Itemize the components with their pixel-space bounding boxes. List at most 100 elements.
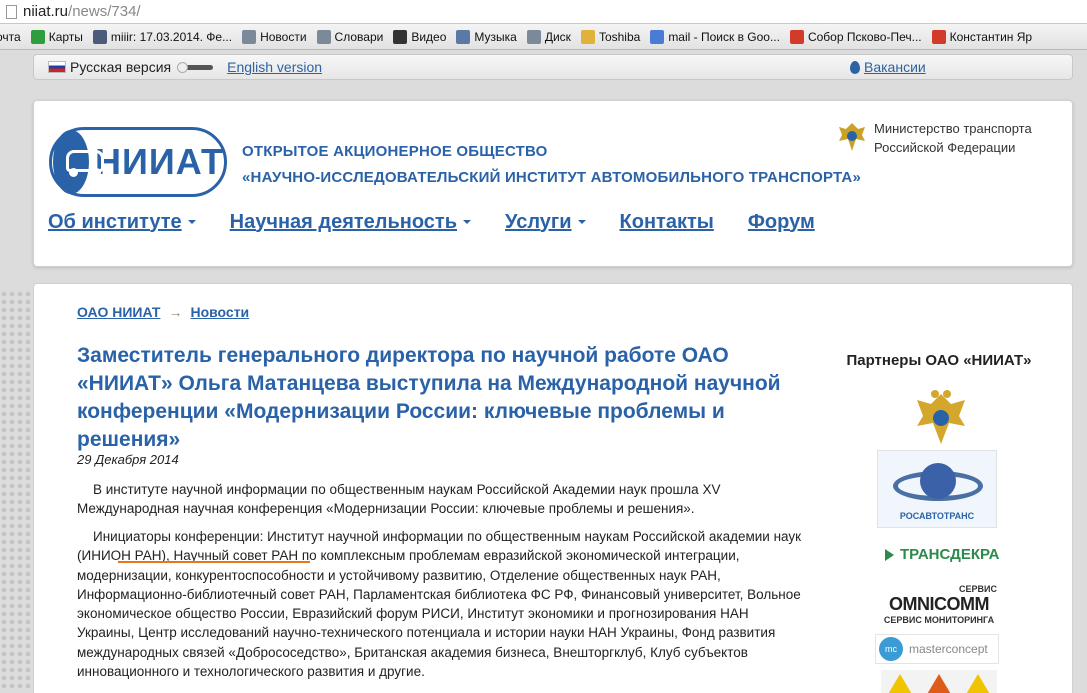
url-path: /news/734/ (68, 3, 141, 20)
address-bar[interactable]: niiat.ru/news/734/ (0, 0, 1087, 24)
bookmark-item[interactable]: Константин Яр (931, 29, 1032, 44)
nav-item-label: Форум (747, 210, 815, 233)
bookmark-item[interactable]: Диск (526, 29, 571, 44)
bookmark-label: Диск (544, 29, 571, 44)
language-toggle[interactable] (177, 62, 219, 73)
article-title: Заместитель генерального директора по на… (77, 344, 781, 451)
bookmark-item[interactable]: очта (0, 30, 21, 44)
bookmark-item[interactable]: Музыка (456, 29, 517, 44)
text-selection-underline (118, 561, 310, 563)
maps-icon (30, 29, 45, 44)
hazard-partner-logo[interactable] (881, 670, 997, 693)
omnicomm-name: OMNICOMM (889, 594, 989, 614)
doc-icon (526, 29, 541, 44)
nav-item[interactable]: Услуги (505, 211, 586, 234)
org-type: ОТКРЫТОЕ АКЦИОНЕРНОЕ ОБЩЕСТВО (242, 143, 548, 160)
caret-down-icon (577, 220, 586, 224)
partners-title: Партнеры ОАО «НИИАТ» (846, 352, 1032, 369)
hazard-icon (925, 674, 952, 693)
transdekra-logo[interactable]: ТРАНСДЕКРА (885, 546, 1000, 563)
masterconcept-mark-icon: mc (879, 637, 903, 661)
hazard-icon (887, 674, 914, 693)
play-icon (393, 29, 408, 44)
article-date: 29 Декабря 2014 (77, 452, 179, 467)
decorative-dots (0, 290, 30, 690)
caret-down-icon (187, 220, 196, 224)
caret-down-icon (463, 220, 472, 224)
user-icon (92, 29, 107, 44)
language-bar: Русская версия English version Вакансии (33, 54, 1073, 80)
russian-version-label[interactable]: Русская версия (70, 59, 171, 75)
bookmark-label: Собор Псково-Печ... (807, 29, 922, 44)
bookmark-item[interactable]: Новости (242, 29, 307, 44)
nav-item[interactable]: Форум (748, 211, 815, 234)
bookmark-label: mail - Поиск в Goo... (668, 29, 780, 44)
hazard-icon (964, 674, 991, 693)
masterconcept-label: masterconcept (909, 642, 988, 656)
vacancies-link[interactable]: Вакансии (850, 59, 926, 75)
page-icon (6, 4, 17, 19)
speaker-icon (456, 29, 471, 44)
ministry-link[interactable]: Министерство транспорта Российской Федер… (836, 119, 1032, 157)
nav-item-label: Научная деятельность (229, 210, 458, 233)
url-host: niiat.ru (23, 3, 69, 20)
site-header: НИИАТ ОТКРЫТОЕ АКЦИОНЕРНОЕ ОБЩЕСТВО «НАУ… (33, 100, 1073, 267)
breadcrumb-news-link[interactable]: Новости (190, 304, 249, 320)
article-paragraph-2: Инициаторы конференции: Институт научной… (77, 529, 802, 680)
bookmarks-bar: очта Карты miiir: 17.03.2014. Фе... Новости… (0, 24, 1087, 50)
omnicomm-logo[interactable]: СЕРВИС OMNICOMM СЕРВИС МОНИТОРИНГА (881, 584, 997, 626)
arrow-icon (885, 548, 894, 561)
nav-item[interactable]: Контакты (620, 211, 714, 234)
transdekra-label: ТРАНСДЕКРА (900, 546, 1000, 563)
coat-of-arms-icon (917, 390, 965, 444)
yandex-icon (931, 29, 946, 44)
doc-icon (242, 29, 257, 44)
org-name: «НАУЧНО-ИССЛЕДОВАТЕЛЬСКИЙ ИНСТИТУТ АВТОМ… (242, 169, 862, 186)
bookmark-item[interactable]: Словари (316, 29, 384, 44)
english-version-link[interactable]: English version (227, 59, 322, 75)
bookmark-label: Toshiba (598, 29, 641, 44)
doc-icon (316, 29, 331, 44)
ministry-partner-logo[interactable] (913, 388, 969, 450)
bookmark-label: Видео (411, 29, 447, 44)
nav-item-label: Об институте (48, 210, 182, 233)
breadcrumb-arrow-icon: → (168, 304, 183, 320)
bookmark-item[interactable]: miiir: 17.03.2014. Фе... (92, 29, 233, 44)
nav-item-label: Контакты (619, 210, 714, 233)
yandex-icon (789, 29, 804, 44)
rosavtotrans-logo[interactable]: РОСАВТОТРАНС (877, 450, 997, 528)
article-paragraph-1: В институте научной информации по общест… (77, 482, 721, 517)
nav-item[interactable]: Об институте (48, 211, 196, 234)
car-emblem-icon (53, 130, 104, 194)
omnicomm-top: СЕРВИС (959, 584, 997, 594)
folder-icon (580, 29, 595, 44)
breadcrumb-home-link[interactable]: ОАО НИИАТ (77, 304, 160, 320)
bookmark-label: очта (0, 29, 21, 44)
nav-item-label: Услуги (505, 210, 572, 233)
coat-of-arms-icon (836, 119, 868, 155)
bookmark-item[interactable]: mail - Поиск в Goo... (650, 29, 780, 44)
omnicomm-bottom: СЕРВИС МОНИТОРИНГА (883, 615, 995, 625)
bookmark-item[interactable]: Карты (30, 29, 83, 44)
logo-text: НИИАТ (95, 141, 224, 182)
masterconcept-logo[interactable]: mc masterconcept (875, 634, 999, 664)
nav-item[interactable]: Научная деятельность (229, 210, 472, 234)
bookmark-label: miiir: 17.03.2014. Фе... (110, 29, 233, 44)
bookmark-item[interactable]: Toshiba (580, 29, 641, 44)
niiat-logo[interactable]: НИИАТ (49, 127, 227, 197)
rosavtotrans-label: РОСАВТОТРАНС (899, 511, 975, 521)
flame-icon (850, 60, 860, 74)
ministry-line-2: Российской Федерации (874, 140, 1016, 155)
google-icon (650, 29, 665, 44)
bookmark-label: Словари (334, 29, 384, 44)
bookmark-item[interactable]: Видео (393, 29, 447, 44)
content-area: ОАО НИИАТ → Новости Заместитель генераль… (33, 283, 1073, 693)
bookmark-label: Карты (48, 29, 83, 44)
bookmark-label: Новости (260, 29, 307, 44)
partners-sidebar: Партнеры ОАО «НИИАТ» РОСАВТОТРАНС ТРАНСД… (817, 352, 1057, 693)
bookmark-item[interactable]: Собор Псково-Печ... (789, 29, 922, 44)
bookmark-label: Музыка (474, 29, 517, 44)
main-nav: Об институте Научная деятельность Услуги Ко… (48, 207, 849, 237)
vacancies-label: Вакансии (864, 59, 926, 75)
breadcrumb: ОАО НИИАТ → Новости (77, 304, 249, 320)
